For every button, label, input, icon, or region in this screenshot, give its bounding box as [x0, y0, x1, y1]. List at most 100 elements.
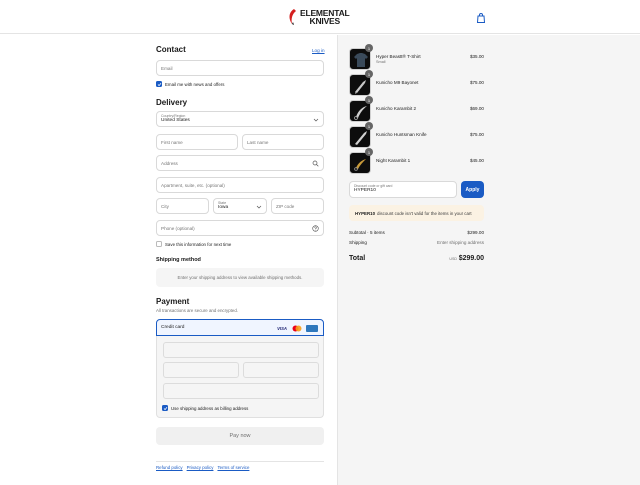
- total-row: Total USD $299.00: [349, 254, 484, 264]
- site-header: ELEMENTAL KNIVES: [0, 0, 640, 34]
- checkmark-icon: [163, 406, 167, 410]
- subtotal-row: Subtotal · 5 items $299.00: [349, 230, 484, 235]
- item-price: $35.00: [469, 54, 484, 59]
- phone-placeholder: Phone (optional): [161, 225, 195, 231]
- refund-policy-link[interactable]: Refund policy: [156, 465, 183, 470]
- shipping-value: Enter shipping address: [437, 240, 484, 245]
- knife-icon: [355, 131, 367, 145]
- checkmark-icon: [157, 82, 161, 86]
- warning-code: HYPER10: [355, 210, 376, 216]
- email-field[interactable]: Email: [156, 60, 324, 76]
- total-value: $299.00: [458, 255, 484, 262]
- credit-card-option[interactable]: Credit card VISA: [156, 319, 324, 336]
- brand-logo[interactable]: ELEMENTAL KNIVES: [288, 7, 350, 27]
- card-logos: VISA: [276, 325, 318, 332]
- first-name-placeholder: First name: [161, 139, 183, 145]
- order-item: 1 Kunicho Karambit 2 $69.00: [349, 96, 484, 122]
- item-price: $69.00: [469, 106, 484, 111]
- knife-icon: [355, 80, 366, 94]
- quantity-badge: 1: [365, 96, 373, 104]
- visa-icon: VISA: [277, 326, 287, 331]
- order-item: 1 Kunicho Huntsman Knife $75.00: [349, 122, 484, 148]
- shipping-method-heading: Shipping method: [156, 257, 201, 263]
- apply-label: Apply: [465, 186, 480, 193]
- shipping-label: Shipping: [349, 240, 367, 245]
- card-name-field[interactable]: [163, 383, 319, 399]
- currency-code: USD: [449, 257, 457, 261]
- save-info-label: Save this information for next time: [165, 242, 232, 247]
- chevron-down-icon: [256, 205, 262, 209]
- item-name: Night Karambit 1: [376, 158, 411, 163]
- terms-of-service-link[interactable]: Terms of service: [217, 465, 249, 470]
- order-item: 1 Kunicho M9 Bayonet $75.00: [349, 70, 484, 96]
- billing-same-label: Use shipping address as billing address: [171, 406, 249, 411]
- newsletter-label: Email me with news and offers: [165, 82, 225, 87]
- state-select[interactable]: State Iowa: [213, 198, 267, 214]
- city-placeholder: City: [161, 203, 169, 209]
- item-name: Kunicho Huntsman Knife: [376, 132, 427, 137]
- phone-field[interactable]: Phone (optional): [156, 220, 324, 236]
- footer-links: Refund policy Privacy policy Terms of se…: [156, 465, 249, 470]
- billing-same-checkbox[interactable]: [162, 405, 168, 411]
- search-icon: [312, 160, 319, 167]
- discount-warning: HYPER10 discount code isn't valid for th…: [349, 205, 484, 221]
- brand-name: ELEMENTAL KNIVES: [300, 9, 350, 26]
- cart-button[interactable]: [475, 11, 487, 23]
- email-placeholder: Email: [161, 65, 173, 71]
- card-number-field[interactable]: [163, 342, 319, 358]
- discount-code-field[interactable]: Discount code or gift card HYPER10: [349, 181, 457, 198]
- item-price: $45.00: [469, 158, 484, 163]
- first-name-field[interactable]: First name: [156, 134, 238, 150]
- privacy-policy-link[interactable]: Privacy policy: [187, 465, 214, 470]
- state-value: Iowa: [218, 205, 229, 211]
- card-cvv-field[interactable]: [243, 362, 319, 378]
- apartment-placeholder: Apartment, suite, etc. (optional): [161, 182, 225, 188]
- payment-subtitle: All transactions are secure and encrypte…: [156, 308, 239, 313]
- newsletter-checkbox[interactable]: [156, 81, 162, 87]
- blade-logo-icon: [289, 9, 296, 25]
- subtotal-label: Subtotal · 5 items: [349, 230, 385, 235]
- quantity-badge: 1: [365, 70, 373, 78]
- quantity-badge: 1: [365, 44, 373, 52]
- address-field[interactable]: Address: [156, 155, 324, 171]
- credit-card-label: Credit card: [161, 325, 185, 330]
- chevron-down-icon: [313, 118, 319, 122]
- item-price: $75.00: [469, 80, 484, 85]
- help-circle-icon[interactable]: [312, 225, 319, 232]
- card-expiry-field[interactable]: [163, 362, 239, 378]
- zip-placeholder: ZIP code: [276, 203, 295, 209]
- card-form: Use shipping address as billing address: [156, 336, 324, 418]
- country-select[interactable]: Country/Region United States: [156, 111, 324, 127]
- item-price: $75.00: [469, 132, 484, 137]
- pay-now-button[interactable]: Pay now: [156, 427, 324, 445]
- karambit-icon: [354, 159, 366, 171]
- karambit-icon: [354, 106, 367, 120]
- apartment-field[interactable]: Apartment, suite, etc. (optional): [156, 177, 324, 193]
- item-variant: Small: [376, 60, 386, 64]
- zip-field[interactable]: ZIP code: [271, 198, 324, 214]
- mastercard-icon: [292, 325, 302, 332]
- shipping-row: Shipping Enter shipping address: [349, 240, 484, 245]
- warning-text: discount code isn't valid for the items …: [377, 210, 472, 216]
- save-info-checkbox[interactable]: [156, 241, 162, 247]
- last-name-field[interactable]: Last name: [242, 134, 324, 150]
- item-name: Hyper Beastt® T-Shirt: [376, 54, 421, 59]
- amex-icon: [306, 325, 318, 332]
- last-name-placeholder: Last name: [247, 139, 269, 145]
- item-name: Kunicho M9 Bayonet: [376, 80, 419, 85]
- subtotal-value: $299.00: [467, 230, 484, 235]
- shipping-notice-text: Enter your shipping address to view avai…: [177, 275, 303, 280]
- brand-line-2: KNIVES: [309, 16, 341, 26]
- city-field[interactable]: City: [156, 198, 209, 214]
- apply-discount-button[interactable]: Apply: [461, 181, 484, 198]
- order-item: 1 Night Karambit 1 $45.00: [349, 148, 484, 174]
- contact-heading: Contact: [156, 45, 186, 54]
- order-item: 1 Hyper Beastt® T-Shirt Small $35.00: [349, 44, 484, 70]
- tshirt-icon: [354, 53, 368, 67]
- shopping-bag-icon: [476, 13, 486, 23]
- quantity-badge: 1: [365, 122, 373, 130]
- address-placeholder: Address: [161, 160, 178, 166]
- pay-now-label: Pay now: [229, 433, 251, 439]
- payment-heading: Payment: [156, 297, 190, 306]
- login-link[interactable]: Log in: [312, 48, 325, 53]
